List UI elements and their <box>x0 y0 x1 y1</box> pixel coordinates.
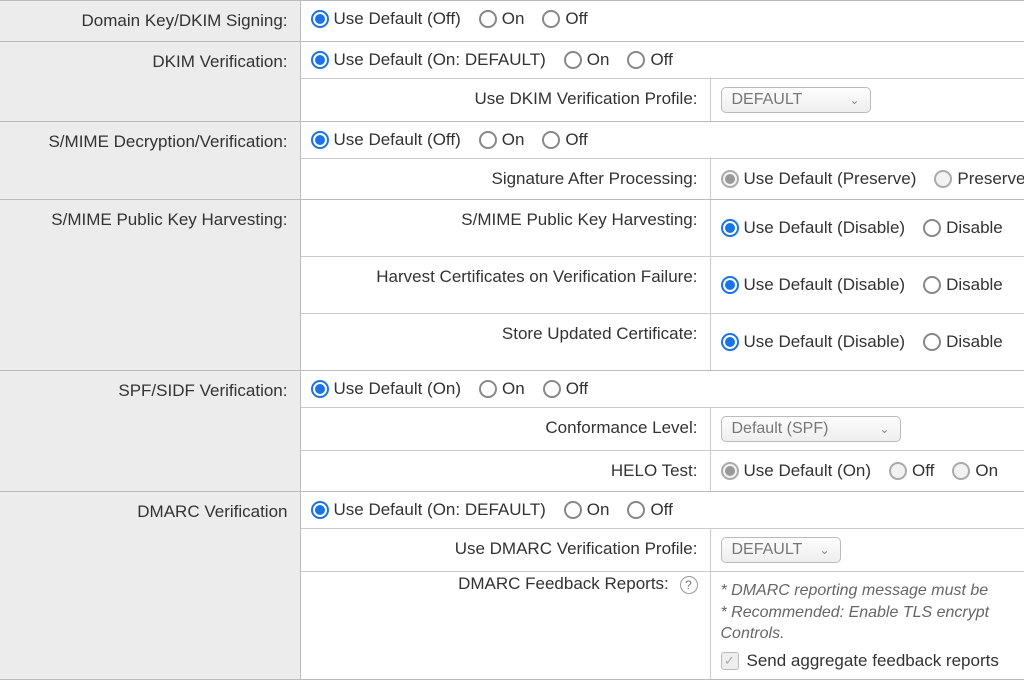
conformance-label: Conformance Level: <box>301 408 711 450</box>
harvest-fail-radios[interactable]: Use Default (Disable) Disable <box>721 275 1003 295</box>
dkim-profile-label: Use DKIM Verification Profile: <box>301 79 711 121</box>
helo-default-label: Use Default (On) <box>744 461 872 481</box>
store-cert-disable-radio[interactable] <box>923 333 941 351</box>
dmarc-verify-radios[interactable]: Use Default (On: DEFAULT) On Off <box>311 500 1024 520</box>
spf-sidf-radios[interactable]: Use Default (On) On Off <box>311 379 1024 399</box>
harvest-fail-default-radio[interactable] <box>721 276 739 294</box>
dkim-verify-on-radio[interactable] <box>564 51 582 69</box>
dmarc-off-radio[interactable] <box>627 501 645 519</box>
dkim-profile-select[interactable]: DEFAULT ⌄ <box>721 87 871 113</box>
harvest-fail-disable-radio[interactable] <box>923 276 941 294</box>
dkim-signing-off-radio[interactable] <box>542 10 560 28</box>
dmarc-profile-label: Use DMARC Verification Profile: <box>301 529 711 571</box>
harvest-fail-default-label: Use Default (Disable) <box>744 275 906 295</box>
smime-harvest-default-label: Use Default (Disable) <box>744 218 906 238</box>
dkim-verify-on-label: On <box>587 50 610 70</box>
dmarc-default-label: Use Default (On: DEFAULT) <box>334 500 546 520</box>
dkim-verify-off-label: Off <box>650 50 672 70</box>
sig-after-default-radio <box>721 170 739 188</box>
dkim-verify-off-radio[interactable] <box>627 51 645 69</box>
conformance-select[interactable]: Default (SPF) ⌄ <box>721 416 901 442</box>
dmarc-note-1: * DMARC reporting message must be <box>721 580 999 602</box>
dkim-profile-value: DEFAULT <box>732 91 803 109</box>
smime-decrypt-label: S/MIME Decryption/Verification: <box>0 122 300 200</box>
dkim-signing-default-label: Use Default (Off) <box>334 9 461 29</box>
smime-decrypt-radios[interactable]: Use Default (Off) On Off <box>311 130 1024 150</box>
smime-harvest-label: S/MIME Public Key Harvesting: <box>0 200 300 371</box>
help-icon[interactable]: ? <box>680 576 698 594</box>
spf-default-label: Use Default (On) <box>334 379 462 399</box>
dkim-signing-default-radio[interactable] <box>311 10 329 28</box>
spf-off-label: Off <box>566 379 588 399</box>
smime-decrypt-default-radio[interactable] <box>311 131 329 149</box>
store-cert-radios[interactable]: Use Default (Disable) Disable <box>721 332 1003 352</box>
sig-after-preserve-radio <box>934 170 952 188</box>
spf-on-label: On <box>502 379 525 399</box>
smime-decrypt-on-radio[interactable] <box>479 131 497 149</box>
helo-test-radios: Use Default (On) Off On <box>721 461 999 481</box>
chevron-down-icon: ⌄ <box>849 93 859 107</box>
helo-default-radio <box>721 462 739 480</box>
dkim-signing-label: Domain Key/DKIM Signing: <box>0 1 300 42</box>
store-cert-label: Store Updated Certificate: <box>301 314 711 370</box>
harvest-fail-label: Harvest Certificates on Verification Fai… <box>301 257 711 313</box>
dmarc-off-label: Off <box>650 500 672 520</box>
smime-harvest-radios[interactable]: Use Default (Disable) Disable <box>721 218 1003 238</box>
spf-sidf-label: SPF/SIDF Verification: <box>0 371 300 492</box>
smime-harvest-disable-label: Disable <box>946 218 1003 238</box>
chevron-down-icon: ⌄ <box>819 543 829 557</box>
sig-after-preserve-label: Preserve <box>957 169 1024 189</box>
sig-after-label: Signature After Processing: <box>301 159 711 199</box>
smime-harvest-default-radio[interactable] <box>721 219 739 237</box>
dmarc-profile-select[interactable]: DEFAULT ⌄ <box>721 537 841 563</box>
dkim-verification-label: DKIM Verification: <box>0 42 300 122</box>
dmarc-profile-value: DEFAULT <box>732 541 803 559</box>
conformance-value: Default (SPF) <box>732 420 829 438</box>
spf-on-radio[interactable] <box>479 380 497 398</box>
chevron-down-icon: ⌄ <box>879 422 889 436</box>
dmarc-feedback-label: DMARC Feedback Reports: ? <box>301 572 711 679</box>
smime-decrypt-off-label: Off <box>565 130 587 150</box>
store-cert-default-radio[interactable] <box>721 333 739 351</box>
store-cert-disable-label: Disable <box>946 332 1003 352</box>
dkim-signing-radios[interactable]: Use Default (Off) On Off <box>311 9 1024 29</box>
helo-off-radio <box>889 462 907 480</box>
sig-after-default-label: Use Default (Preserve) <box>744 169 917 189</box>
dmarc-verification-label: DMARC Verification <box>0 492 300 680</box>
helo-on-radio <box>952 462 970 480</box>
dkim-verify-default-radio[interactable] <box>311 51 329 69</box>
smime-decrypt-default-label: Use Default (Off) <box>334 130 461 150</box>
smime-harvest-disable-radio[interactable] <box>923 219 941 237</box>
harvest-fail-disable-label: Disable <box>946 275 1003 295</box>
dkim-signing-on-label: On <box>502 9 525 29</box>
spf-off-radio[interactable] <box>543 380 561 398</box>
dkim-signing-off-label: Off <box>565 9 587 29</box>
dmarc-note-2: * Recommended: Enable TLS encrypt <box>721 602 999 624</box>
store-cert-default-label: Use Default (Disable) <box>744 332 906 352</box>
dmarc-note-3: Controls. <box>721 623 999 645</box>
helo-test-label: HELO Test: <box>301 451 711 491</box>
dmarc-on-radio[interactable] <box>564 501 582 519</box>
spf-default-radio[interactable] <box>311 380 329 398</box>
smime-decrypt-off-radio[interactable] <box>542 131 560 149</box>
sig-after-radios: Use Default (Preserve) Preserve <box>721 169 1024 189</box>
helo-off-label: Off <box>912 461 934 481</box>
dmarc-default-radio[interactable] <box>311 501 329 519</box>
dkim-signing-on-radio[interactable] <box>479 10 497 28</box>
dmarc-aggregate-checkbox[interactable]: ✓ <box>721 652 739 670</box>
smime-harvest-inner-label: S/MIME Public Key Harvesting: <box>301 200 711 256</box>
helo-on-label: On <box>975 461 998 481</box>
smime-decrypt-on-label: On <box>502 130 525 150</box>
dkim-verify-default-label: Use Default (On: DEFAULT) <box>334 50 546 70</box>
dkim-verify-radios[interactable]: Use Default (On: DEFAULT) On Off <box>311 50 1024 70</box>
dmarc-on-label: On <box>587 500 610 520</box>
